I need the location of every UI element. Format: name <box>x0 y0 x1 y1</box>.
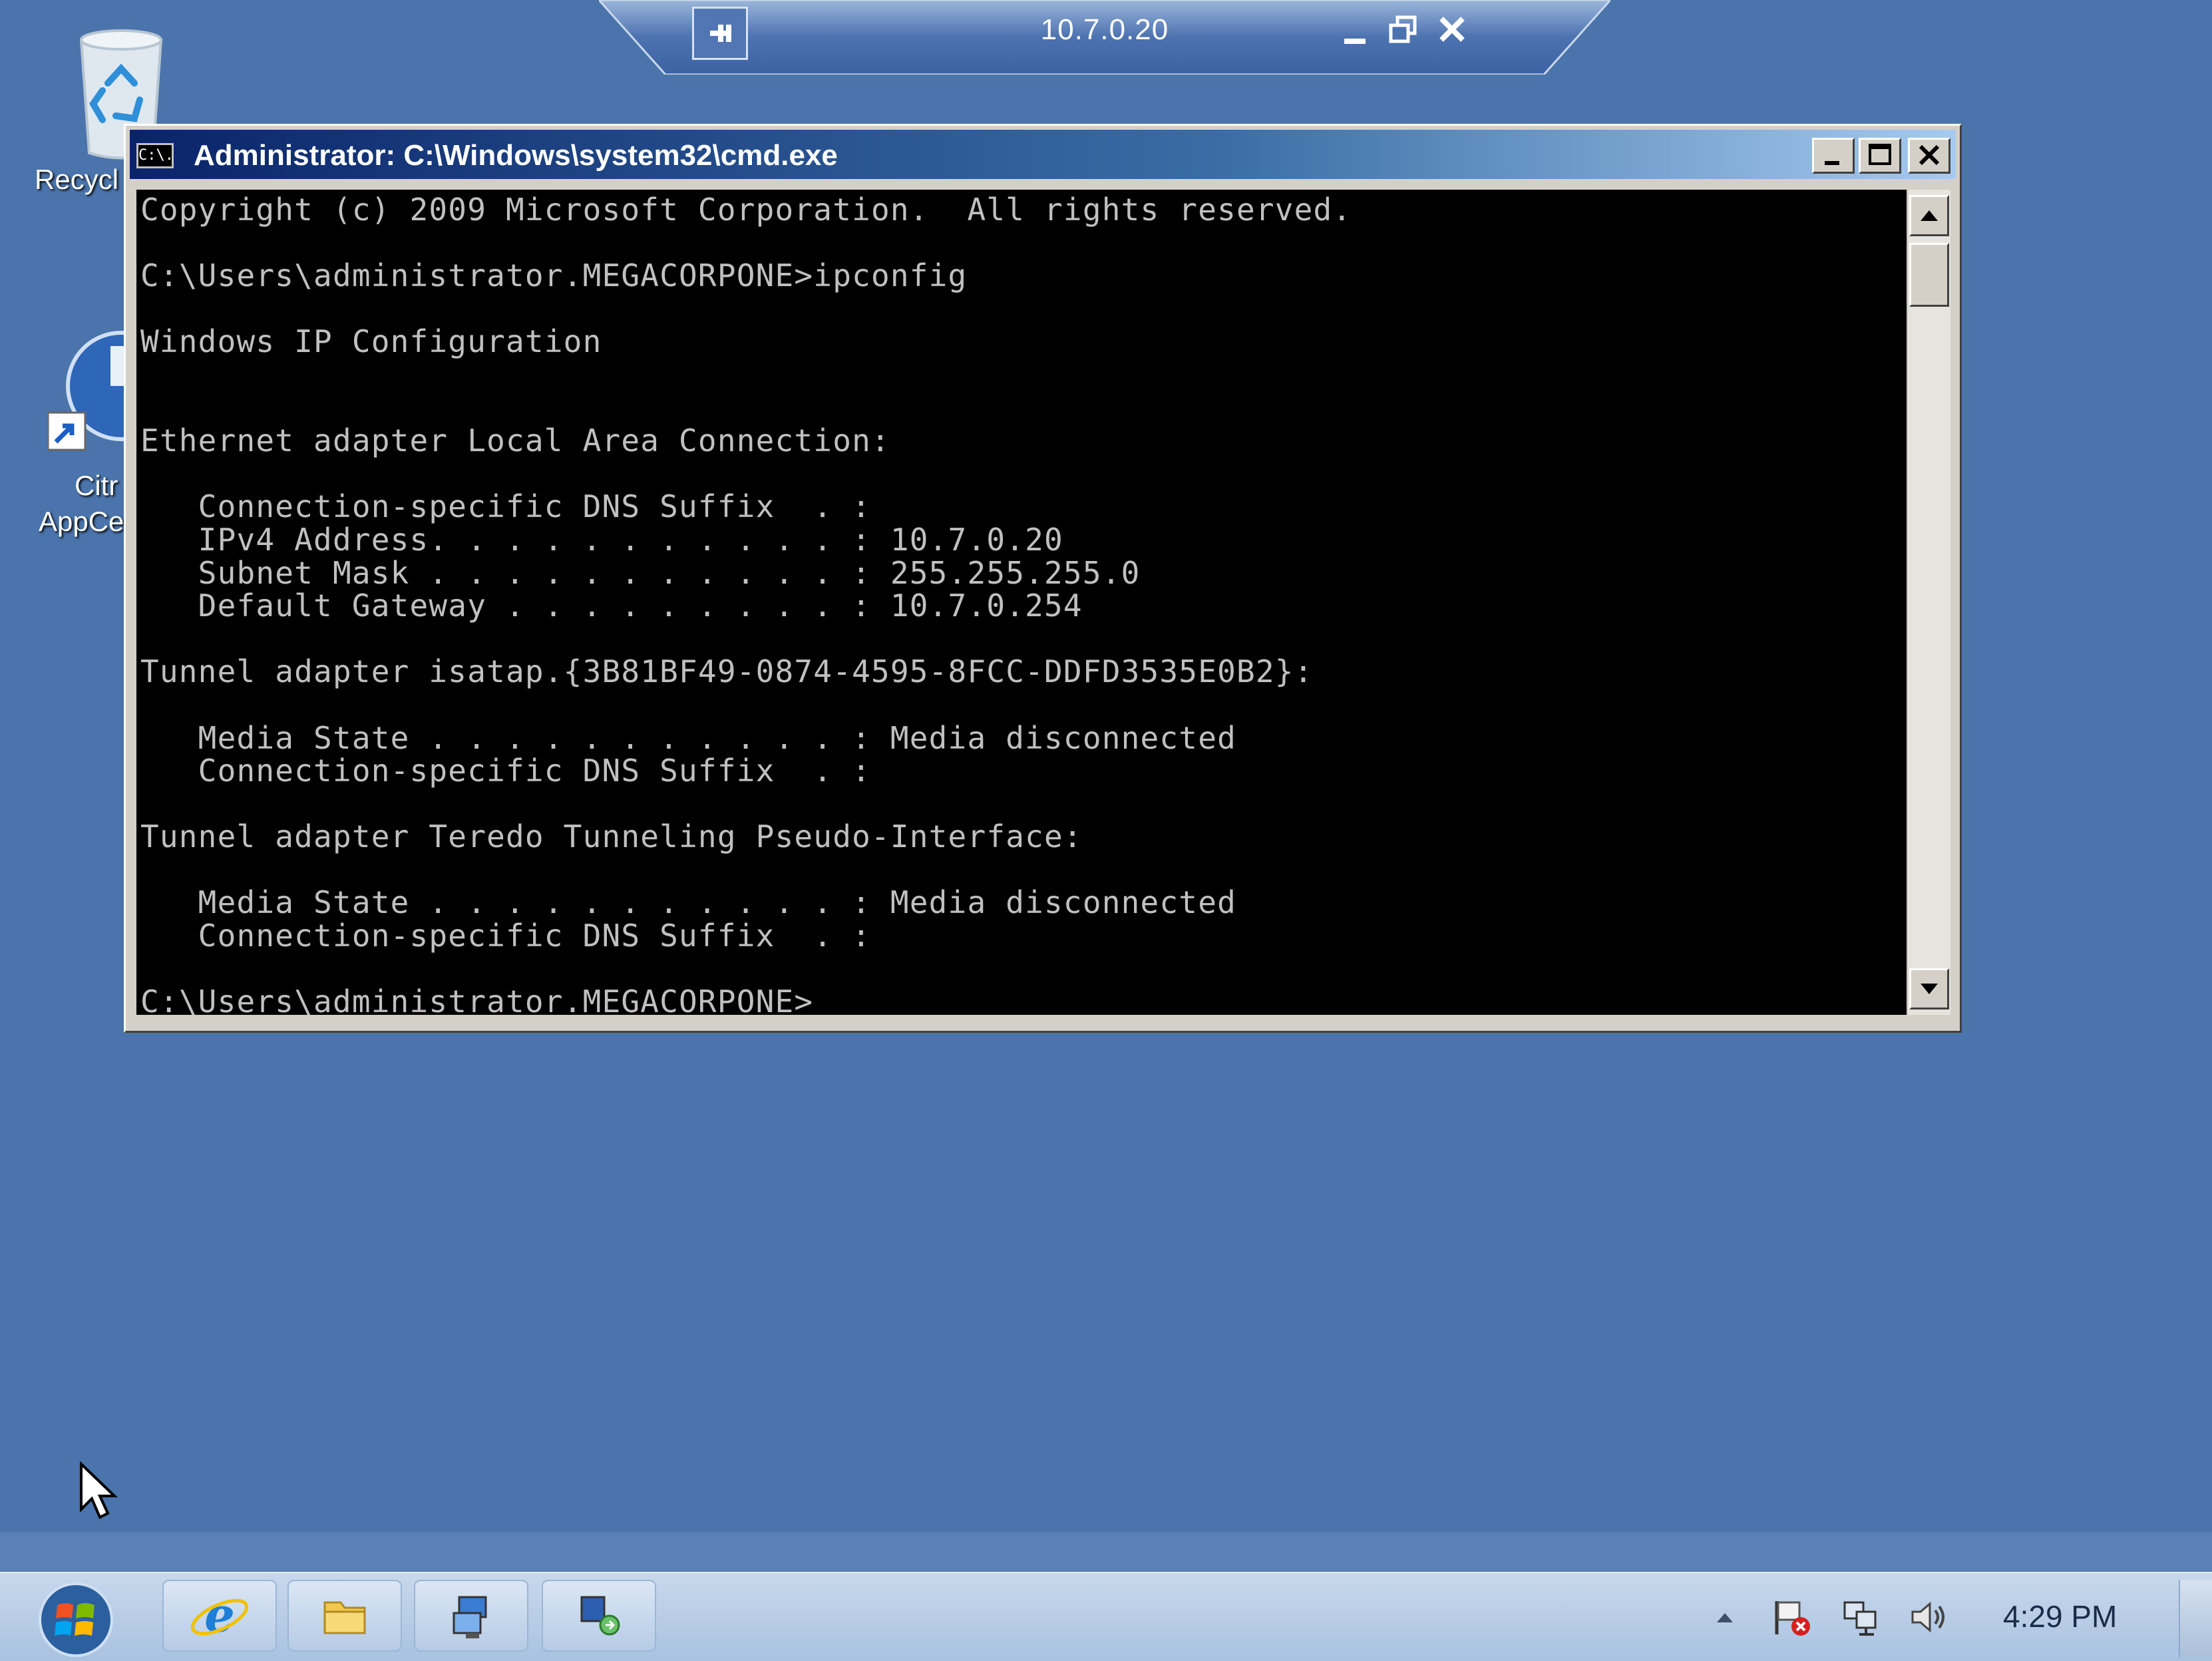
minimize-icon <box>1825 161 1839 165</box>
console-line: C:\Users\administrator.MEGACORPONE> <box>140 984 814 1015</box>
action-center-flag-icon[interactable] <box>1770 1597 1813 1637</box>
arrow-down-icon <box>1921 984 1938 994</box>
show-hidden-icons-icon[interactable] <box>1713 1608 1737 1626</box>
close-icon <box>1919 144 1940 166</box>
close-icon <box>1439 17 1465 42</box>
maximize-icon <box>1869 144 1891 165</box>
cmd-window[interactable]: C:\. Administrator: C:\Windows\system32\… <box>124 124 1962 1033</box>
internet-explorer-icon: e <box>190 1586 249 1643</box>
console-line: Windows IP Configuration <box>140 323 602 360</box>
console-line: Subnet Mask . . . . . . . . . . . : 255.… <box>140 554 1141 591</box>
console-line: Copyright (c) 2009 Microsoft Corporation… <box>140 192 1352 228</box>
scrollbar-thumb[interactable] <box>1909 243 1949 307</box>
rdp-minimize-button[interactable] <box>1331 8 1379 56</box>
start-button-icon[interactable] <box>29 1581 122 1658</box>
restore-icon <box>1389 15 1417 43</box>
rdp-close-button[interactable] <box>1428 8 1476 56</box>
cmd-system-icon[interactable]: C:\. <box>136 143 174 168</box>
citrix-label-line2: AppCe <box>39 506 124 537</box>
console-line: Media State . . . . . . . . . . . : Medi… <box>140 884 1236 921</box>
pin-button[interactable] <box>692 7 748 60</box>
volume-icon[interactable] <box>1907 1597 1950 1637</box>
remote-host-address: 10.7.0.20 <box>1040 13 1169 46</box>
remote-desktop-icon <box>453 1596 487 1638</box>
cmd-window-title: Administrator: C:\Windows\system32\cmd.e… <box>194 139 838 172</box>
console-line: Default Gateway . . . . . . . . . : 10.7… <box>140 588 1083 624</box>
console-line: Media State . . . . . . . . . . . : Medi… <box>140 719 1236 756</box>
citrix-label-line1: Citr <box>75 470 118 501</box>
taskbar-remote-desktop[interactable] <box>414 1580 528 1652</box>
taskbar: e 4:29 PM <box>0 1572 2212 1661</box>
console-line: Tunnel adapter Teredo Tunneling Pseudo-I… <box>140 819 1083 855</box>
console-output-area[interactable]: Copyright (c) 2009 Microsoft Corporation… <box>136 190 1907 1015</box>
vertical-scrollbar[interactable] <box>1907 190 1950 1015</box>
rdp-restore-button[interactable] <box>1379 8 1427 56</box>
maximize-button[interactable] <box>1859 138 1901 174</box>
console-line: Connection-specific DNS Suffix . : <box>140 753 871 789</box>
mouse-cursor-icon <box>80 1461 118 1519</box>
pin-icon <box>710 25 731 42</box>
taskbar-clock[interactable]: 4:29 PM <box>2003 1598 2117 1634</box>
taskbar-internet-explorer[interactable]: e <box>162 1580 277 1652</box>
scroll-down-button[interactable] <box>1909 968 1949 1010</box>
taskbar-ghost-strip <box>0 1532 2212 1572</box>
console-line: C:\Users\administrator.MEGACORPONE>ipcon… <box>140 258 968 294</box>
recycle-bin-label: Recycl <box>35 164 119 195</box>
console-text: Copyright (c) 2009 Microsoft Corporation… <box>136 190 1907 1015</box>
minimize-icon <box>1344 39 1366 44</box>
taskbar-network-tool[interactable] <box>542 1580 656 1652</box>
scroll-up-button[interactable] <box>1909 195 1949 236</box>
console-line: Ethernet adapter Local Area Connection: <box>140 423 890 459</box>
folder-icon <box>323 1601 366 1634</box>
cmd-title-bar[interactable]: C:\. Administrator: C:\Windows\system32\… <box>130 130 1956 179</box>
console-line: Tunnel adapter isatap.{3B81BF49-0874-459… <box>140 653 1314 690</box>
taskbar-windows-explorer[interactable] <box>287 1580 402 1652</box>
console-line: Connection-specific DNS Suffix . : <box>140 918 871 954</box>
network-status-icon[interactable] <box>1839 1597 1882 1637</box>
minimize-button[interactable] <box>1812 138 1855 174</box>
show-desktop-button[interactable] <box>2179 1580 2212 1657</box>
rdp-connection-bar: 10.7.0.20 <box>599 0 1610 75</box>
console-line: IPv4 Address. . . . . . . . . . . : 10.7… <box>140 521 1063 558</box>
network-computer-icon <box>580 1596 620 1636</box>
console-line: Connection-specific DNS Suffix . : <box>140 488 871 525</box>
arrow-up-icon <box>1921 210 1938 221</box>
close-button[interactable] <box>1908 138 1950 174</box>
